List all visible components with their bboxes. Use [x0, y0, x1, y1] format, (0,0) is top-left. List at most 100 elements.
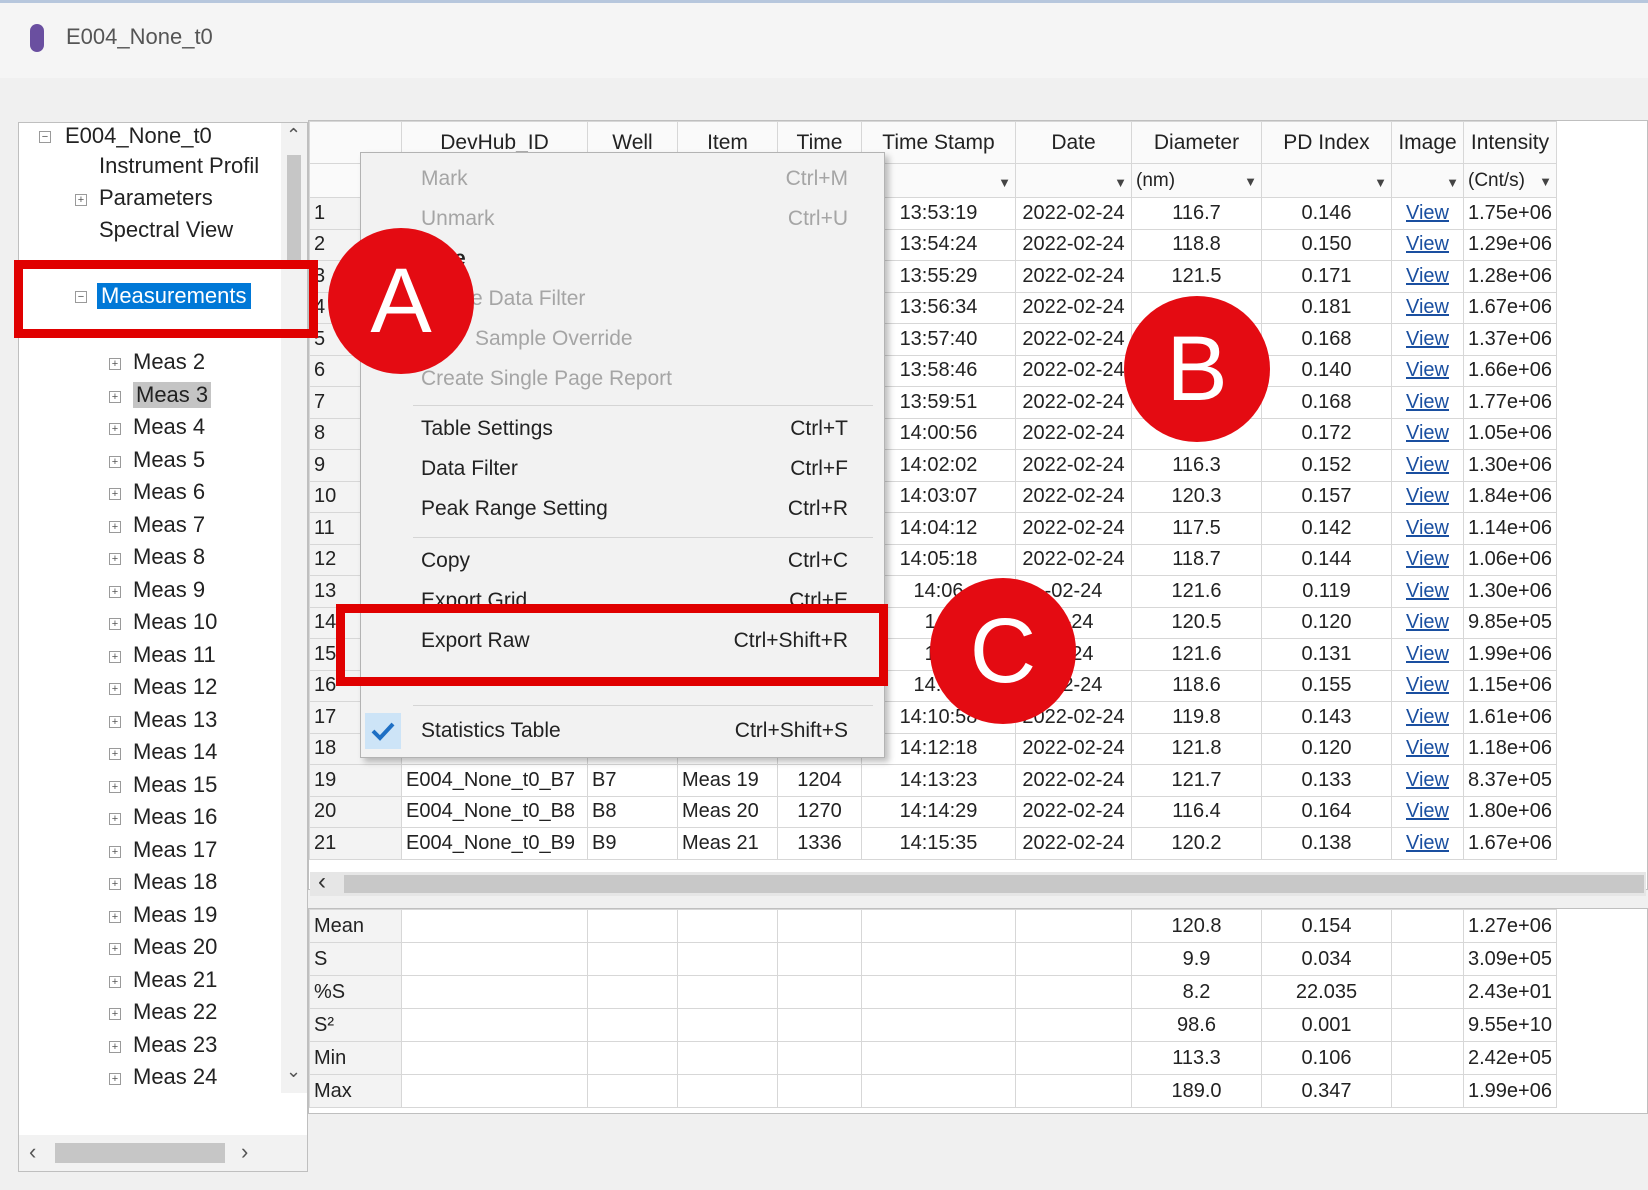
menu-item-copy[interactable]: Copy Ctrl+C	[361, 543, 884, 581]
tree-item-meas[interactable]: Meas 20	[133, 934, 217, 960]
dropdown-arrow-icon[interactable]: ▼	[1374, 175, 1387, 190]
expand-icon[interactable]: +	[109, 878, 121, 890]
menu-item-unmark[interactable]: Unmark Ctrl+U	[361, 201, 884, 239]
view-link[interactable]: View	[1406, 643, 1449, 665]
scroll-up-icon[interactable]: ⌃	[286, 125, 301, 146]
expand-icon[interactable]: +	[109, 1040, 121, 1053]
expand-icon[interactable]: +	[109, 813, 121, 825]
filter-cell[interactable]: ▼	[1391, 163, 1464, 198]
scroll-down-icon[interactable]: ⌄	[286, 1061, 301, 1082]
grid-horizontal-scrollbar[interactable]: ‹	[310, 868, 1646, 896]
tree-root[interactable]: E004_None_t0	[65, 123, 212, 149]
view-link[interactable]: View	[1406, 832, 1449, 854]
collapse-icon[interactable]: −	[39, 131, 51, 143]
column-header[interactable]: Diameter	[1131, 121, 1262, 164]
tree-item-meas[interactable]: Meas 21	[133, 967, 217, 993]
tree-item-meas[interactable]: Meas 12	[133, 674, 217, 700]
expand-icon[interactable]: +	[109, 1073, 121, 1085]
expand-icon[interactable]: +	[109, 585, 121, 598]
expand-icon[interactable]: +	[109, 488, 121, 500]
expand-icon[interactable]: +	[109, 910, 121, 923]
tree-item-meas[interactable]: Meas 5	[133, 447, 205, 473]
expand-icon[interactable]: +	[109, 845, 121, 858]
dropdown-arrow-icon[interactable]: ▼	[1539, 174, 1552, 189]
tree-item-meas[interactable]: Meas 23	[133, 1032, 217, 1058]
dropdown-arrow-icon[interactable]: ▼	[1446, 175, 1459, 190]
view-link[interactable]: View	[1406, 800, 1449, 822]
tree-item-meas[interactable]: Meas 7	[133, 512, 205, 538]
column-header[interactable]: PD Index	[1261, 121, 1392, 164]
expand-icon[interactable]: +	[109, 553, 121, 565]
tree-horizontal-scrollbar[interactable]: ‹ ›	[19, 1135, 307, 1171]
menu-item-peak-range-setting[interactable]: Peak Range Setting Ctrl+R	[361, 491, 884, 529]
tree-item-meas[interactable]: Meas 18	[133, 869, 217, 895]
filter-cell[interactable]: ▼	[1261, 163, 1392, 198]
dropdown-arrow-icon[interactable]: ▼	[998, 175, 1011, 190]
menu-item-table-settings[interactable]: Table Settings Ctrl+T	[361, 411, 884, 449]
view-link[interactable]: View	[1406, 737, 1449, 759]
view-link[interactable]: View	[1406, 548, 1449, 570]
table-row[interactable]: 21 E004_None_t0_B9 B9 Meas 21 1336 14:15:35 20…	[309, 827, 1557, 860]
expand-icon[interactable]: +	[109, 390, 121, 403]
expand-icon[interactable]: +	[75, 194, 87, 206]
view-link[interactable]: View	[1406, 580, 1449, 602]
view-link[interactable]: View	[1406, 611, 1449, 633]
view-link[interactable]: View	[1406, 454, 1449, 476]
tree-item-meas[interactable]: Meas 11	[133, 642, 216, 668]
tree-item-meas[interactable]: Meas 9	[133, 577, 205, 603]
view-link[interactable]: View	[1406, 233, 1449, 255]
view-link[interactable]: View	[1406, 265, 1449, 287]
view-link[interactable]: View	[1406, 422, 1449, 444]
view-link[interactable]: View	[1406, 485, 1449, 507]
menu-item-data-filter[interactable]: Data Filter Ctrl+F	[361, 451, 884, 489]
tree-item-spectral-view[interactable]: Spectral View	[99, 217, 233, 243]
scroll-thumb[interactable]	[287, 155, 301, 265]
tree-item-meas[interactable]: Meas 8	[133, 544, 205, 570]
view-link[interactable]: View	[1406, 391, 1449, 413]
column-header[interactable]: Intensity	[1463, 121, 1557, 164]
expand-icon[interactable]: +	[109, 618, 121, 630]
view-link[interactable]: View	[1406, 769, 1449, 791]
scroll-thumb[interactable]	[55, 1143, 225, 1163]
expand-icon[interactable]: +	[109, 358, 121, 370]
expand-icon[interactable]: +	[109, 1008, 121, 1020]
expand-icon[interactable]: +	[109, 748, 121, 760]
column-header[interactable]: Image	[1391, 121, 1464, 164]
tree-item-meas[interactable]: Meas 13	[133, 707, 217, 733]
view-link[interactable]: View	[1406, 328, 1449, 350]
table-row[interactable]: 20 E004_None_t0_B8 B8 Meas 20 1270 14:14:29 20…	[309, 795, 1557, 828]
expand-icon[interactable]: +	[109, 423, 121, 435]
tree-item-meas[interactable]: Meas 3	[133, 381, 212, 408]
column-header[interactable]: Date	[1015, 121, 1132, 164]
tree-item-meas[interactable]: Meas 17	[133, 837, 217, 863]
tree-item-meas[interactable]: Meas 16	[133, 804, 217, 830]
tree-item-meas[interactable]: Meas 22	[133, 999, 217, 1025]
expand-icon[interactable]: +	[109, 943, 121, 955]
view-link[interactable]: View	[1406, 359, 1449, 381]
expand-icon[interactable]: +	[109, 780, 121, 793]
expand-icon[interactable]: +	[109, 975, 121, 988]
menu-item-create-report[interactable]: Create Single Page Report	[361, 361, 884, 399]
tree-item-instrument-profile[interactable]: Instrument Profil	[99, 153, 259, 179]
tree-item-meas[interactable]: Meas 4	[133, 414, 205, 440]
tree-item-meas[interactable]: Meas 6	[133, 479, 205, 505]
scroll-left-icon[interactable]: ‹	[318, 868, 326, 896]
menu-item-mark[interactable]: Mark Ctrl+M	[361, 161, 884, 199]
filter-cell[interactable]: ▼ (nm)	[1131, 163, 1262, 198]
menu-item-export-grid[interactable]: Export Grid Ctrl+E	[361, 583, 884, 605]
scroll-right-icon[interactable]: ›	[241, 1139, 248, 1165]
dropdown-arrow-icon[interactable]: ▼	[1114, 175, 1127, 190]
expand-icon[interactable]: +	[109, 520, 121, 533]
view-link[interactable]: View	[1406, 202, 1449, 224]
expand-icon[interactable]: +	[109, 650, 121, 663]
scroll-left-icon[interactable]: ‹	[29, 1139, 36, 1165]
filter-cell[interactable]: ▼	[1015, 163, 1132, 198]
dropdown-arrow-icon[interactable]: ▼	[1244, 174, 1257, 189]
tree-item-meas[interactable]: Meas 24	[133, 1064, 217, 1090]
view-link[interactable]: View	[1406, 517, 1449, 539]
tree-item-meas[interactable]: Meas 2	[133, 349, 205, 375]
expand-icon[interactable]: +	[109, 455, 121, 468]
menu-item-statistics-table[interactable]: Statistics Table Ctrl+Shift+S	[361, 713, 884, 751]
tree-item-meas[interactable]: Meas 19	[133, 902, 217, 928]
view-link[interactable]: View	[1406, 674, 1449, 696]
